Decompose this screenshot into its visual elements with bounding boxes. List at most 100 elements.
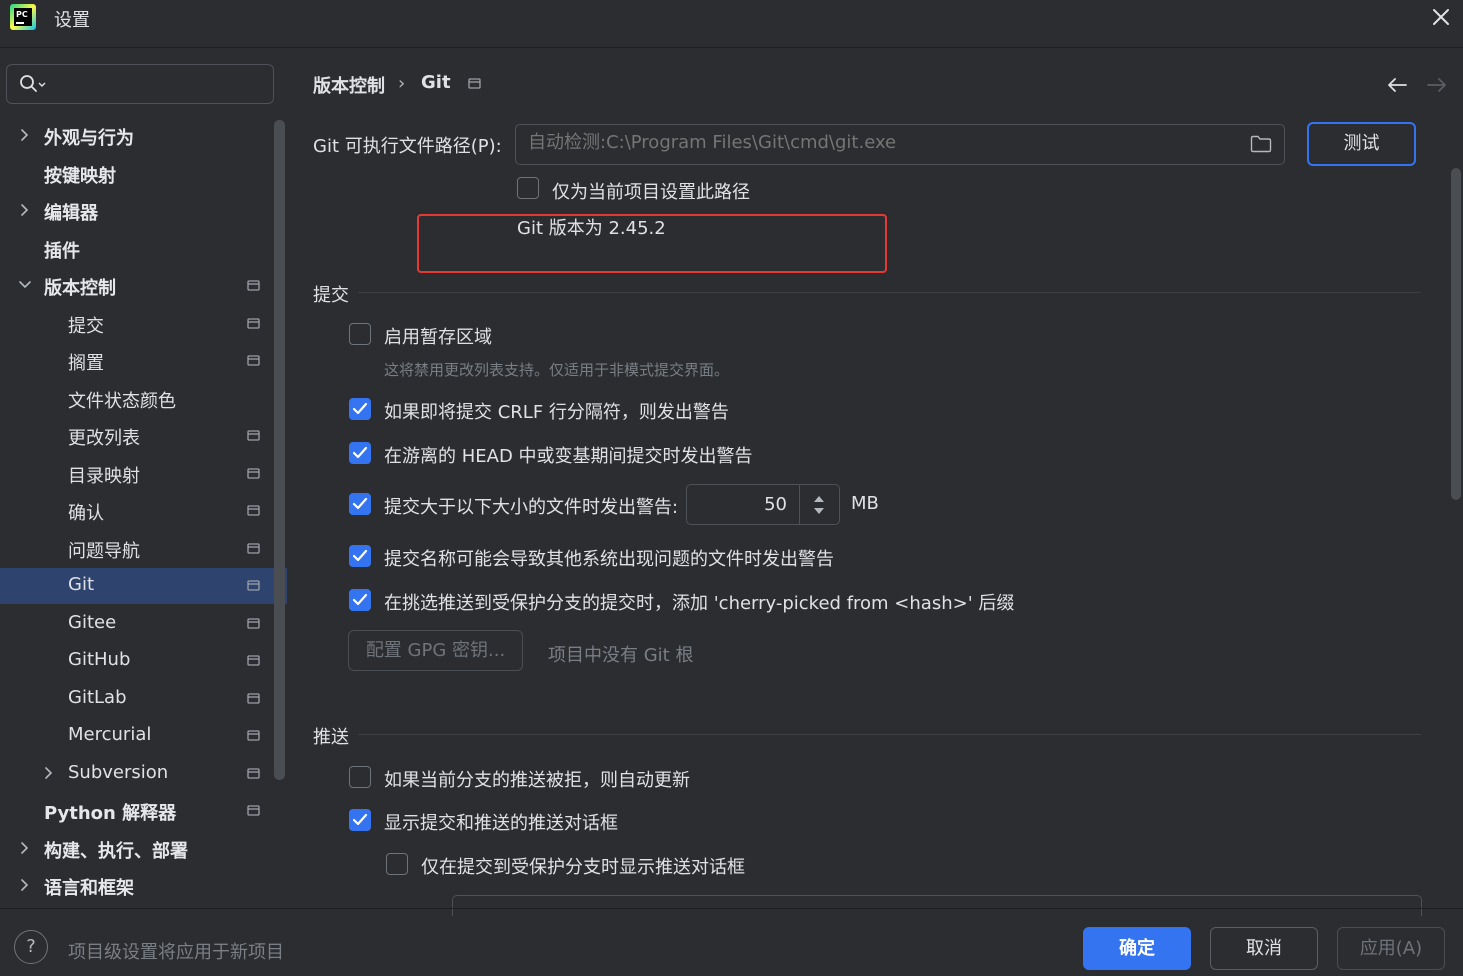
sidebar-item[interactable]: 构建、执行、部署 [0,831,272,867]
annotation-highlight-box [417,214,887,273]
sidebar-item[interactable]: 确认 [0,493,272,529]
sidebar-item[interactable]: 按键映射 [0,156,272,192]
stepper-divider [799,485,800,524]
sidebar-item[interactable]: 问题导航 [0,531,272,567]
sidebar-item-label: Python 解释器 [44,803,177,824]
check-icon [352,593,368,606]
file-size-stepper[interactable]: 50 [686,484,840,525]
project-level-icon [247,355,261,367]
protected-branch-only-checkbox[interactable] [386,853,408,875]
chevron-right-icon[interactable] [42,766,56,780]
section-divider [358,292,1421,293]
show-push-dialog-checkbox[interactable] [349,809,371,831]
test-button[interactable]: 测试 [1307,122,1416,166]
problem-filenames-warning-checkbox[interactable] [349,545,371,567]
project-level-icon [247,730,261,742]
chevron-right-icon[interactable] [18,128,32,142]
svg-text:PC: PC [16,10,28,19]
check-icon [352,549,368,562]
sidebar-item[interactable]: GitHub [0,643,272,679]
crlf-warning-label: 如果即将提交 CRLF 行分隔符，则发出警告 [384,402,729,423]
sidebar-item[interactable]: Gitee [0,606,272,642]
close-button[interactable] [1428,4,1454,30]
project-level-icon [247,505,261,517]
push-section-title: 推送 [313,727,349,748]
enable-staging-label: 启用暂存区域 [384,327,492,348]
no-git-root-text: 项目中没有 Git 根 [548,645,694,666]
sidebar-item[interactable]: 搁置 [0,343,272,379]
forward-button[interactable] [1426,76,1448,94]
settings-search-input[interactable] [6,64,274,104]
sidebar-item-label: 语言和框架 [44,878,134,899]
configure-gpg-key-button[interactable]: 配置 GPG 密钥... [348,630,523,671]
sidebar-item-label: GitLab [68,686,127,708]
sidebar-item[interactable]: 外观与行为 [0,118,272,154]
file-size-unit: MB [851,493,879,514]
check-icon [352,813,368,826]
sidebar-item[interactable]: 插件 [0,231,272,267]
project-only-path-label: 仅为当前项目设置此路径 [552,182,750,203]
content-scrollbar[interactable] [1451,168,1461,500]
sidebar-item-label: Git [68,574,95,595]
sidebar-item[interactable]: Subversion [0,756,272,792]
sidebar-item[interactable]: 文件状态颜色 [0,381,272,417]
sidebar-item[interactable]: Git [0,568,287,604]
pycharm-logo-icon: PC [10,4,36,30]
enable-staging-checkbox[interactable] [349,323,371,345]
stepper-arrows-icon[interactable] [812,494,826,516]
arrow-left-icon [1388,78,1407,92]
large-file-warning-checkbox[interactable] [349,493,371,515]
ok-button[interactable]: 确定 [1083,927,1191,970]
chevron-down-icon[interactable] [18,278,32,292]
sidebar-item[interactable]: 更改列表 [0,418,272,454]
title-bar: PC 设置 [0,0,1463,48]
sidebar-scrollbar[interactable] [274,120,285,780]
problem-filenames-warning-label: 提交名称可能会导致其他系统出现问题的文件时发出警告 [384,549,834,570]
chevron-right-icon[interactable] [18,841,32,855]
check-icon [352,497,368,510]
sidebar-item-label: 版本控制 [44,278,116,299]
staging-hint: 这将禁用更改列表支持。仅适用于非模式提交界面。 [384,361,730,379]
help-button[interactable]: ? [14,930,48,964]
git-path-input[interactable] [528,132,1228,153]
breadcrumb-current: Git [421,72,451,93]
cancel-button[interactable]: 取消 [1210,927,1318,970]
sidebar-item[interactable]: Python 解释器 [0,793,272,829]
project-level-icon [247,617,261,630]
chevron-right-icon[interactable] [18,878,32,892]
auto-update-on-reject-checkbox[interactable] [349,766,371,788]
sidebar-item[interactable]: 目录映射 [0,456,272,492]
sidebar-item[interactable]: 提交 [0,306,272,342]
git-path-field[interactable] [515,124,1285,165]
search-icon [19,74,47,94]
detached-head-warning-checkbox[interactable] [349,442,371,464]
cherry-pick-suffix-checkbox[interactable] [349,589,371,611]
project-level-icon [247,805,261,817]
arrow-right-icon [1427,78,1446,92]
apply-button[interactable]: 应用(A) [1337,927,1445,970]
sidebar-item-label: Gitee [68,611,117,633]
sidebar-item[interactable]: 版本控制 [0,268,272,304]
cherry-pick-suffix-label: 在挑选推送到受保护分支的提交时，添加 'cherry-picked from <… [384,593,1015,614]
breadcrumb-parent[interactable]: 版本控制 [313,72,385,98]
sidebar-item-label: 问题导航 [68,540,140,562]
sidebar-item-label: 按键映射 [44,165,116,187]
sidebar-item-label: Mercurial [68,724,152,745]
sidebar-item[interactable]: 语言和框架 [0,868,272,904]
sidebar-item[interactable]: GitLab [0,681,272,717]
check-icon [352,402,368,415]
back-button[interactable] [1386,76,1408,94]
file-size-value: 50 [764,494,787,515]
chevron-right-icon[interactable] [18,203,32,217]
sidebar-item-label: 提交 [68,315,104,337]
sidebar-item-label: 构建、执行、部署 [44,840,188,862]
crlf-warning-checkbox[interactable] [349,398,371,420]
sidebar-item-label: 更改列表 [68,428,140,449]
project-level-icon [247,580,261,592]
project-only-path-checkbox[interactable] [517,177,539,199]
auto-update-on-reject-label: 如果当前分支的推送被拒，则自动更新 [384,770,690,791]
sidebar-item[interactable]: 编辑器 [0,193,272,229]
project-level-icon [247,655,261,667]
folder-icon[interactable] [1250,135,1272,153]
sidebar-item[interactable]: Mercurial [0,718,272,754]
